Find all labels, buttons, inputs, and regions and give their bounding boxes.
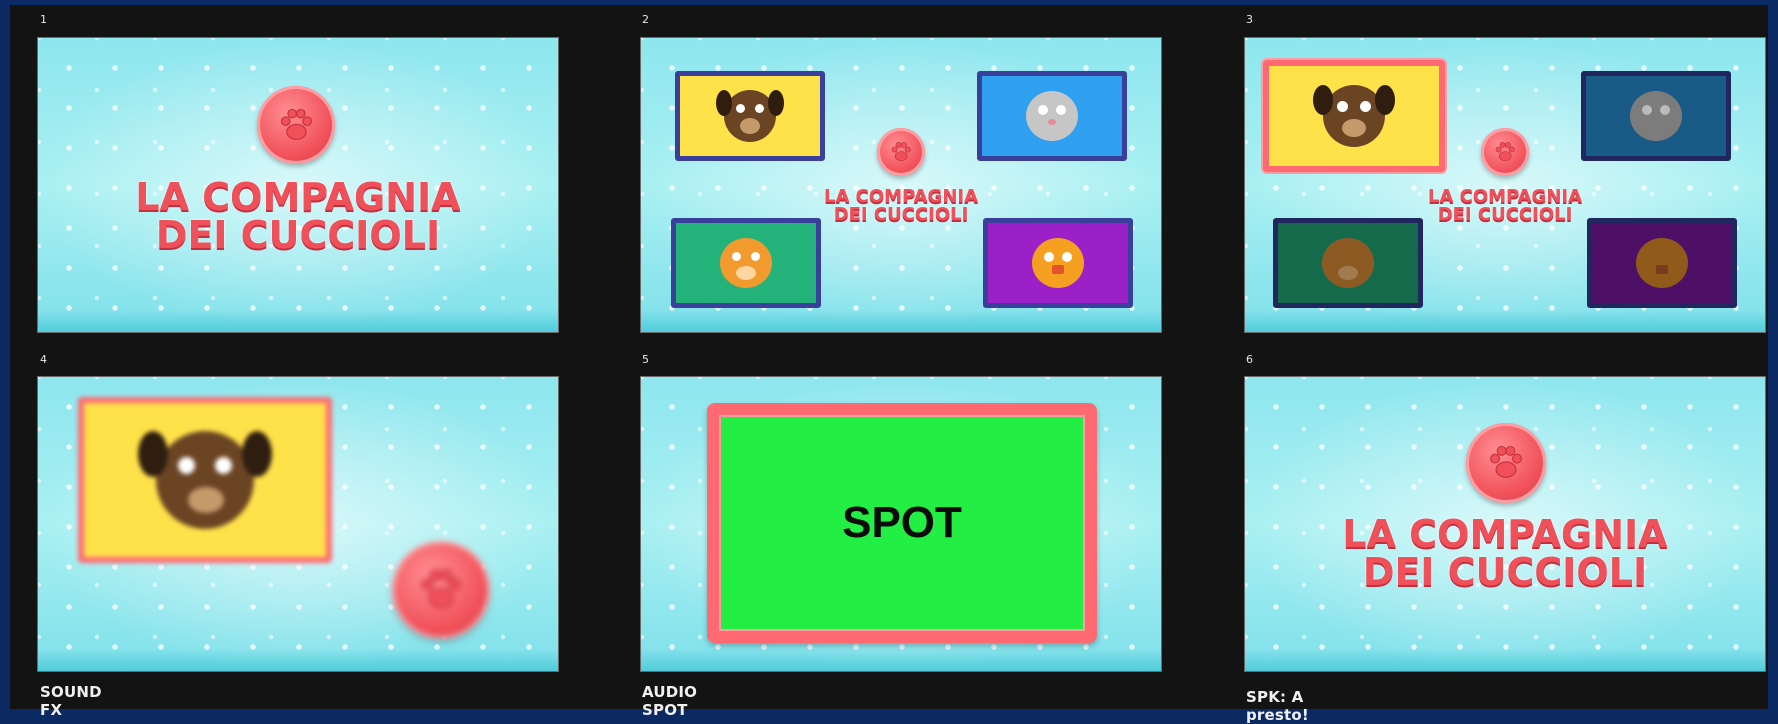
storyboard: 1 LA COMPAGNIA DEI CUCCIOLI 2 LA COMPAGN… bbox=[10, 5, 1768, 724]
paw-icon bbox=[877, 128, 925, 176]
dog-card bbox=[78, 397, 332, 563]
frame-thumbnail-5[interactable]: SPOT bbox=[640, 376, 1162, 672]
frame-thumbnail-6[interactable]: LA COMPAGNIA DEI CUCCIOLI bbox=[1244, 376, 1766, 672]
dog-icon bbox=[716, 90, 784, 142]
cat-icon bbox=[1026, 91, 1078, 141]
frame-number: 6 bbox=[1246, 353, 1253, 366]
spot-label: SPOT bbox=[842, 498, 962, 547]
chick-card bbox=[1587, 218, 1737, 308]
dog-card bbox=[675, 71, 825, 161]
hamster-card bbox=[1273, 218, 1423, 308]
hamster-icon bbox=[1322, 238, 1374, 288]
show-title: LA COMPAGNIA DEI CUCCIOLI bbox=[1245, 188, 1765, 224]
paw-icon bbox=[1466, 423, 1546, 503]
frame-number: 4 bbox=[40, 353, 47, 366]
paw-icon bbox=[1481, 128, 1529, 176]
dog-icon bbox=[1313, 85, 1395, 147]
frame-caption: SPK: A presto! bbox=[1246, 688, 1309, 724]
frame-number: 1 bbox=[40, 13, 47, 26]
hamster-card bbox=[671, 218, 821, 308]
chick-icon bbox=[1032, 238, 1084, 288]
chick-icon bbox=[1636, 238, 1688, 288]
title-line-2: DEI CUCCIOLI bbox=[1437, 204, 1573, 225]
frame-number: 2 bbox=[642, 13, 649, 26]
paw-icon bbox=[392, 541, 490, 639]
frame-thumbnail-1[interactable]: LA COMPAGNIA DEI CUCCIOLI bbox=[37, 37, 559, 333]
show-title: LA COMPAGNIA DEI CUCCIOLI bbox=[1245, 515, 1765, 591]
dog-card bbox=[1263, 60, 1445, 172]
frame-thumbnail-3[interactable]: LA COMPAGNIA DEI CUCCIOLI bbox=[1244, 37, 1766, 333]
title-line-2: DEI CUCCIOLI bbox=[833, 204, 969, 225]
cat-card bbox=[977, 71, 1127, 161]
frame-number: 3 bbox=[1246, 13, 1253, 26]
show-title: LA COMPAGNIA DEI CUCCIOLI bbox=[641, 188, 1161, 224]
hamster-icon bbox=[720, 238, 772, 288]
dog-icon bbox=[138, 431, 272, 529]
title-line-1: LA COMPAGNIA bbox=[1342, 512, 1668, 556]
title-line-2: DEI CUCCIOLI bbox=[155, 213, 441, 257]
cat-icon bbox=[1630, 91, 1682, 141]
title-line-1: LA COMPAGNIA bbox=[135, 175, 461, 219]
cat-card bbox=[1581, 71, 1731, 161]
frame-number: 5 bbox=[642, 353, 649, 366]
frame-caption: SOUND FX bbox=[40, 683, 102, 719]
paw-icon bbox=[257, 86, 335, 164]
title-line-2: DEI CUCCIOLI bbox=[1362, 550, 1648, 594]
show-title: LA COMPAGNIA DEI CUCCIOLI bbox=[38, 178, 558, 254]
frame-thumbnail-4[interactable] bbox=[37, 376, 559, 672]
frame-caption: AUDIO SPOT bbox=[642, 683, 698, 719]
frame-thumbnail-2[interactable]: LA COMPAGNIA DEI CUCCIOLI bbox=[640, 37, 1162, 333]
chick-card bbox=[983, 218, 1133, 308]
spot-placeholder: SPOT bbox=[707, 403, 1097, 643]
